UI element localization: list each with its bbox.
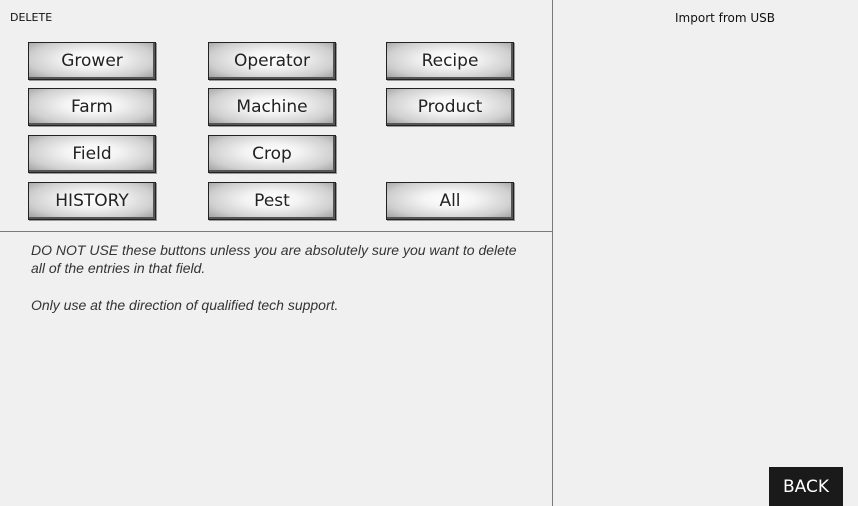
delete-recipe-button[interactable]: Recipe bbox=[386, 42, 514, 80]
tech-support-note: Only use at the direction of qualified t… bbox=[31, 297, 339, 313]
delete-panel: DELETE Grower Operator Recipe Farm Machi… bbox=[0, 0, 552, 506]
delete-grower-button[interactable]: Grower bbox=[28, 42, 156, 80]
delete-product-button[interactable]: Product bbox=[386, 88, 514, 126]
delete-operator-button[interactable]: Operator bbox=[208, 42, 336, 80]
delete-history-button[interactable]: HISTORY bbox=[28, 182, 156, 220]
delete-all-button[interactable]: All bbox=[386, 182, 514, 220]
delete-pest-button[interactable]: Pest bbox=[208, 182, 336, 220]
delete-field-button[interactable]: Field bbox=[28, 135, 156, 173]
import-usb-panel: Import from USB BACK bbox=[553, 0, 858, 506]
delete-machine-button[interactable]: Machine bbox=[208, 88, 336, 126]
horizontal-divider bbox=[0, 231, 552, 232]
delete-crop-button[interactable]: Crop bbox=[208, 135, 336, 173]
back-button[interactable]: BACK bbox=[769, 467, 843, 506]
delete-farm-button[interactable]: Farm bbox=[28, 88, 156, 126]
delete-warning-text: DO NOT USE these buttons unless you are … bbox=[31, 242, 517, 276]
delete-title: DELETE bbox=[10, 11, 53, 24]
import-usb-title: Import from USB bbox=[675, 11, 776, 25]
